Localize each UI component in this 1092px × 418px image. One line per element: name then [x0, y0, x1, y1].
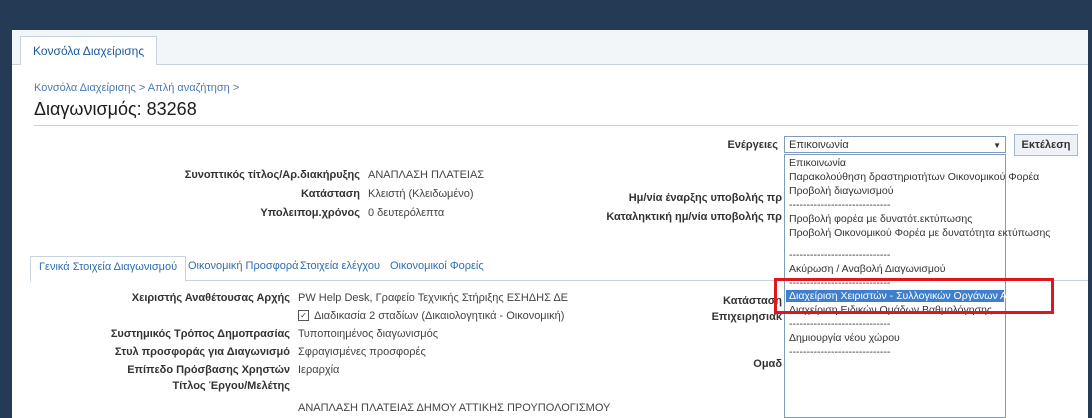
right-status-label: Κατάσταση [723, 295, 782, 307]
option-communication[interactable]: Επικοινωνία [789, 157, 846, 169]
title-divider [34, 125, 1078, 126]
option-track-activity[interactable]: Παρακολούθηση δραστηριοτήτων Οικονομικού… [789, 171, 1039, 183]
start-date-label: Ημ/νία έναρξης υποβολής πρ [628, 192, 782, 204]
right-business-label: Επιχειρησιακ [711, 311, 782, 323]
option-view-operator-print[interactable]: Προβολή Οικονομικού Φορέα με δυνατότητα … [789, 227, 1050, 239]
tab-financial-offer[interactable]: Οικονομική Προσφορά [188, 260, 299, 272]
option-view-agency-print[interactable]: Προβολή φορέα με δυνατότ.εκτύπωσης [789, 213, 972, 225]
end-date-label: Καταληκτική ημ/νία υποβολής πρ [606, 211, 782, 223]
right-group-label: Ομαδ [753, 358, 782, 370]
operator-label: Χειριστής Αναθέτουσας Αρχής [131, 292, 290, 304]
option-separator: ----------------------------- [789, 346, 891, 358]
tab-control-data[interactable]: Στοιχεία ελέγχου [300, 260, 380, 272]
two-stage-checkbox[interactable]: ✓ [298, 310, 309, 321]
operator-value: PW Help Desk, Γραφείο Τεχνικής Στήριξης … [298, 292, 569, 304]
project-title-value: ΑΝΑΠΛΑΣΗ ΠΛΑΤΕΙΑΣ ΔΗΜΟΥ ΑΤΤΙΚΗΣ ΠΡΟΥΠΟΛΟ… [298, 402, 611, 414]
window-frame-left [0, 30, 12, 418]
access-level-label: Επίπεδο Πρόσβασης Χρηστών [127, 364, 290, 376]
actions-selected-value: Επικοινωνία [789, 139, 849, 151]
actions-label: Ενέργειες [727, 139, 778, 151]
two-stage-label: Διαδικασία 2 σταδίων (Δικαιολογητικά - Ο… [314, 310, 565, 322]
option-separator: ----------------------------- [789, 318, 891, 330]
access-level-value: Ιεραρχία [298, 364, 340, 376]
short-title-label: Συνοπτικός τίτλος/Αρ.διακήρυξης [184, 169, 360, 181]
top-banner [0, 0, 1092, 30]
breadcrumb: Κονσόλα Διαχείρισης > Απλή αναζήτηση > [34, 82, 239, 94]
window-frame-right [1088, 30, 1092, 418]
option-separator: ----------------------------- [789, 199, 891, 211]
breadcrumb-admin-console[interactable]: Κονσόλα Διαχείρισης [34, 82, 136, 94]
status-value: Κλειστή (Κλειδωμένο) [368, 188, 474, 200]
remaining-time-value: 0 δευτερόλεπτα [368, 207, 445, 219]
short-title-value: ΑΝΑΠΛΑΣΗ ΠΛΑΤΕΙΑΣ [368, 169, 485, 181]
chevron-down-icon: ▼ [993, 141, 1001, 150]
page-title: Διαγωνισμός: 83268 [34, 99, 197, 119]
status-label: Κατάσταση [301, 188, 360, 200]
actions-select[interactable]: Επικοινωνία ▼ [784, 136, 1006, 153]
main-tabbar: Κονσόλα Διαχείρισης [12, 30, 1088, 65]
project-title-label: Τίτλος Έργου/Μελέτης [172, 380, 290, 392]
execute-button[interactable]: Εκτέλεση [1014, 134, 1078, 156]
breadcrumb-simple-search[interactable]: Απλή αναζήτηση [148, 82, 230, 94]
tab-economic-operators[interactable]: Οικονομικοί Φορείς [390, 260, 484, 272]
auction-method-label: Συστημικός Τρόπος Δημοπρασίας [110, 328, 290, 340]
remaining-time-label: Υπολειπομ.χρόνος [260, 207, 360, 219]
auction-method-value: Τυποποιημένος διαγωνισμός [298, 328, 439, 340]
option-cancel-postpone[interactable]: Ακύρωση / Αναβολή Διαγωνισμού [789, 263, 945, 275]
breadcrumb-separator: > [138, 82, 146, 94]
breadcrumb-separator: > [232, 82, 240, 94]
tab-admin-console[interactable]: Κονσόλα Διαχείρισης [20, 36, 158, 65]
option-view-tender[interactable]: Προβολή διαγωνισμού [789, 185, 893, 197]
offer-style-label: Στυλ προσφοράς για Διαγωνισμό [114, 346, 290, 358]
option-separator: ----------------------------- [789, 249, 891, 261]
highlight-callout [774, 278, 1054, 314]
tab-general-info[interactable]: Γενικά Στοιχεία Διαγωνισμού [30, 256, 187, 282]
content-area: Κονσόλα Διαχείρισης Κονσόλα Διαχείρισης … [12, 30, 1088, 418]
option-create-space[interactable]: Δημιουργία νέου χώρου [789, 332, 900, 344]
offer-style-value: Σφραγισμένες προσφορές [298, 346, 426, 358]
